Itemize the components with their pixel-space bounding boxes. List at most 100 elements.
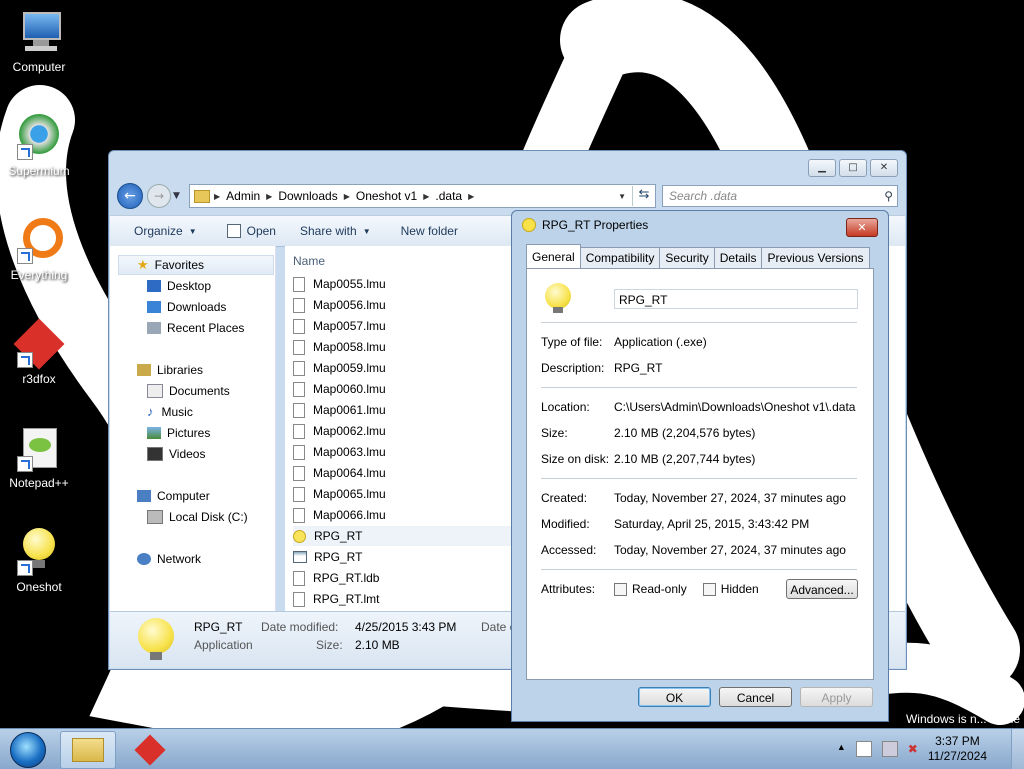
nav-recent-places[interactable]: Recent Places [147, 318, 244, 338]
nav-documents[interactable]: Documents [147, 381, 230, 401]
desktop-icon-oneshot[interactable]: Oneshot [1, 528, 77, 594]
show-desktop-button[interactable] [1011, 729, 1024, 769]
tab-previous-versions[interactable]: Previous Versions [761, 247, 870, 269]
chevron-right-icon[interactable]: ▶ [423, 192, 429, 201]
desktop-icon-supermium[interactable]: Supermium [1, 112, 77, 178]
breadcrumb-downloads[interactable]: Downloads [278, 189, 337, 203]
file-name: Map0056.lmu [313, 298, 386, 312]
search-icon[interactable]: ⚲ [884, 189, 893, 203]
share-with-button[interactable]: Share with ▼ [300, 224, 371, 238]
modified-row: Modified: Saturday, April 25, 2015, 3:43… [541, 517, 809, 531]
cancel-button[interactable]: Cancel [719, 687, 792, 707]
general-tab-panel: RPG_RT Type of file: Application (.exe) … [526, 268, 874, 680]
file-icon [293, 339, 305, 355]
file-row[interactable]: Map0059.lmu [293, 358, 523, 378]
readonly-label[interactable]: Read-only [632, 582, 687, 596]
nav-music[interactable]: ♪ Music [147, 402, 193, 422]
file-row[interactable]: Map0060.lmu [293, 379, 523, 399]
chevron-right-icon[interactable]: ▶ [344, 192, 350, 201]
breadcrumb-admin[interactable]: Admin [226, 189, 260, 203]
taskbar-explorer[interactable] [60, 731, 116, 769]
chevron-right-icon[interactable]: ▶ [214, 192, 220, 201]
file-row[interactable]: Map0063.lmu [293, 442, 523, 462]
nav-pictures[interactable]: Pictures [147, 423, 210, 443]
desktop-icon-computer[interactable]: Computer [1, 8, 77, 74]
desktop-icon-notepadpp[interactable]: Notepad++ [1, 424, 77, 490]
tab-security[interactable]: Security [659, 247, 715, 269]
new-folder-button[interactable]: New folder [401, 224, 458, 238]
file-icon [293, 360, 305, 376]
network-icon[interactable] [881, 741, 898, 757]
nav-local-disk[interactable]: Local Disk (C:) [147, 507, 248, 527]
computer-icon [15, 8, 63, 56]
desktop-icon-label: Supermium [8, 164, 70, 178]
tab-details[interactable]: Details [713, 247, 763, 269]
desktop-icon-everything[interactable]: Everything [1, 216, 77, 282]
start-button[interactable] [2, 730, 54, 768]
refresh-icon[interactable]: ⇆ [632, 186, 655, 206]
search-input[interactable]: Search .data ⚲ [662, 185, 898, 207]
nav-desktop[interactable]: Desktop [147, 276, 211, 296]
nav-videos[interactable]: Videos [147, 444, 205, 464]
navigation-pane: ★ Favorites Desktop Downloads Recent Pla… [110, 246, 276, 611]
type-label: Type of file: [541, 335, 603, 349]
lightbulb-icon [15, 528, 63, 576]
file-row[interactable]: Map0058.lmu [293, 337, 523, 357]
address-history-chevron-down-icon[interactable]: ▼ [618, 192, 626, 201]
file-row[interactable]: Map0062.lmu [293, 421, 523, 441]
tab-compatibility[interactable]: Compatibility [579, 247, 661, 269]
chevron-right-icon[interactable]: ▶ [266, 192, 272, 201]
apply-button[interactable]: Apply [800, 687, 873, 707]
close-button[interactable]: ✕ [870, 159, 898, 177]
file-row[interactable]: Map0065.lmu [293, 484, 523, 504]
file-row[interactable]: Map0066.lmu [293, 505, 523, 525]
minimize-button[interactable]: ▁ [808, 159, 836, 177]
desktop-icon-r3dfox[interactable]: r3dfox [1, 318, 77, 386]
nav-label: Videos [169, 447, 206, 461]
nav-libraries[interactable]: Libraries [137, 360, 203, 380]
clock[interactable]: 3:37 PM 11/27/2024 [928, 734, 987, 764]
nav-network[interactable]: Network [137, 549, 201, 569]
organize-label: Organize [134, 224, 183, 238]
nav-downloads[interactable]: Downloads [147, 297, 226, 317]
breadcrumb-data[interactable]: .data [435, 189, 462, 203]
file-row[interactable]: Map0056.lmu [293, 295, 523, 315]
action-center-icon[interactable] [855, 741, 872, 757]
file-row[interactable]: RPG_RT [293, 547, 523, 567]
close-button[interactable]: ✕ [846, 218, 878, 237]
forward-button[interactable]: → [147, 184, 171, 208]
nav-favorites[interactable]: ★ Favorites [118, 255, 274, 275]
file-row[interactable]: RPG_RT.ldb [293, 568, 523, 588]
breadcrumb-oneshot[interactable]: Oneshot v1 [356, 189, 417, 203]
file-name-field[interactable]: RPG_RT [614, 289, 858, 309]
share-with-label: Share with [299, 224, 357, 238]
recent-pages-chevron-down-icon[interactable]: ▼ [173, 191, 185, 201]
file-row[interactable]: Map0064.lmu [293, 463, 523, 483]
taskbar-r3dfox[interactable] [122, 731, 178, 769]
maximize-button[interactable]: □ [839, 159, 867, 177]
back-button[interactable]: ← [117, 183, 143, 209]
open-button[interactable]: Open [226, 224, 276, 238]
nav-computer[interactable]: Computer [137, 486, 210, 506]
ok-button[interactable]: OK [638, 687, 711, 707]
file-row[interactable]: RPG_RT [293, 526, 523, 546]
file-icon [293, 402, 305, 418]
tab-general[interactable]: General [526, 244, 581, 271]
advanced-button[interactable]: Advanced... [786, 579, 858, 599]
chevron-right-icon[interactable]: ▶ [468, 192, 474, 201]
taskbar: ▲ ✖ 3:37 PM 11/27/2024 [0, 728, 1024, 769]
show-hidden-icons-chevron-up-icon[interactable]: ▲ [837, 742, 846, 756]
readonly-checkbox[interactable] [614, 582, 627, 596]
volume-muted-icon[interactable]: ✖ [908, 742, 918, 756]
address-bar[interactable]: ▶ Admin ▶ Downloads ▶ Oneshot v1 ▶ .data… [189, 184, 656, 208]
lightbulb-icon [522, 218, 536, 232]
column-header-name[interactable]: Name [293, 254, 325, 268]
organize-button[interactable]: Organize ▼ [134, 224, 197, 238]
file-row[interactable]: Map0061.lmu [293, 400, 523, 420]
file-name: RPG_RT.lmt [313, 592, 380, 606]
hidden-checkbox[interactable] [702, 582, 716, 596]
file-row[interactable]: Map0057.lmu [293, 316, 523, 336]
file-row[interactable]: RPG_RT.lmt [293, 589, 523, 609]
file-row[interactable]: Map0055.lmu [293, 274, 523, 294]
hidden-label[interactable]: Hidden [721, 582, 759, 596]
